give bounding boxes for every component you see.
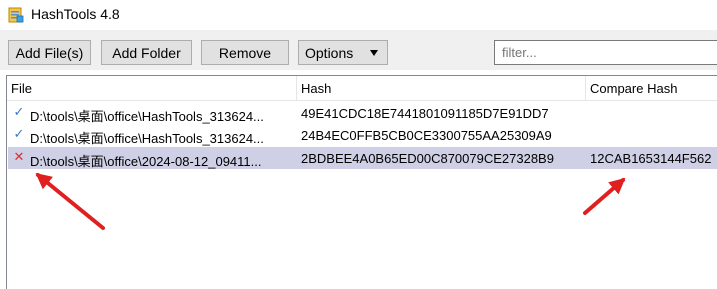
check-icon: ✓ <box>13 104 25 119</box>
table-row-selected[interactable]: ✕ D:\tools\桌面\office\2024-08-12_09411...… <box>8 147 717 169</box>
add-folder-button[interactable]: Add Folder <box>101 40 192 65</box>
file-list[interactable]: File Hash Compare Hash ✓ D:\tools\桌面\off… <box>6 75 717 289</box>
file-path: D:\tools\桌面\office\HashTools_313624... <box>30 131 264 146</box>
app-icon <box>8 7 24 23</box>
table-row[interactable]: ✓ D:\tools\桌面\office\HashTools_313624...… <box>8 102 717 125</box>
compare-hash-value: 12CAB1653144F562 <box>590 151 712 166</box>
remove-button[interactable]: Remove <box>201 40 289 65</box>
hash-value: 24B4EC0FFB5CB0CE3300755AA25309A9 <box>301 128 552 143</box>
file-path: D:\tools\桌面\office\2024-08-12_09411... <box>30 154 262 169</box>
column-header-compare-hash[interactable]: Compare Hash <box>586 76 717 100</box>
add-files-button[interactable]: Add File(s) <box>8 40 91 65</box>
list-header: File Hash Compare Hash <box>7 76 717 101</box>
window-title: HashTools 4.8 <box>31 6 120 22</box>
table-row[interactable]: ✓ D:\tools\桌面\office\HashTools_313624...… <box>8 124 717 147</box>
options-label: Options <box>305 44 354 61</box>
cross-icon: ✕ <box>13 149 25 164</box>
column-header-file[interactable]: File <box>7 76 297 100</box>
options-dropdown[interactable]: Options <box>298 40 388 65</box>
toolbar: Add File(s) Add Folder Remove Options <box>0 30 717 70</box>
file-path: D:\tools\桌面\office\HashTools_313624... <box>30 109 264 124</box>
column-header-hash[interactable]: Hash <box>297 76 586 100</box>
filter-input[interactable] <box>494 40 717 65</box>
title-bar: HashTools 4.8 <box>0 0 717 30</box>
hash-value: 49E41CDC18E7441801091185D7E91DD7 <box>301 106 549 121</box>
hash-value: 2BDBEE4A0B65ED00C870079CE27328B9 <box>301 151 554 166</box>
dropdown-arrow-icon <box>370 50 378 56</box>
check-icon: ✓ <box>13 126 25 141</box>
